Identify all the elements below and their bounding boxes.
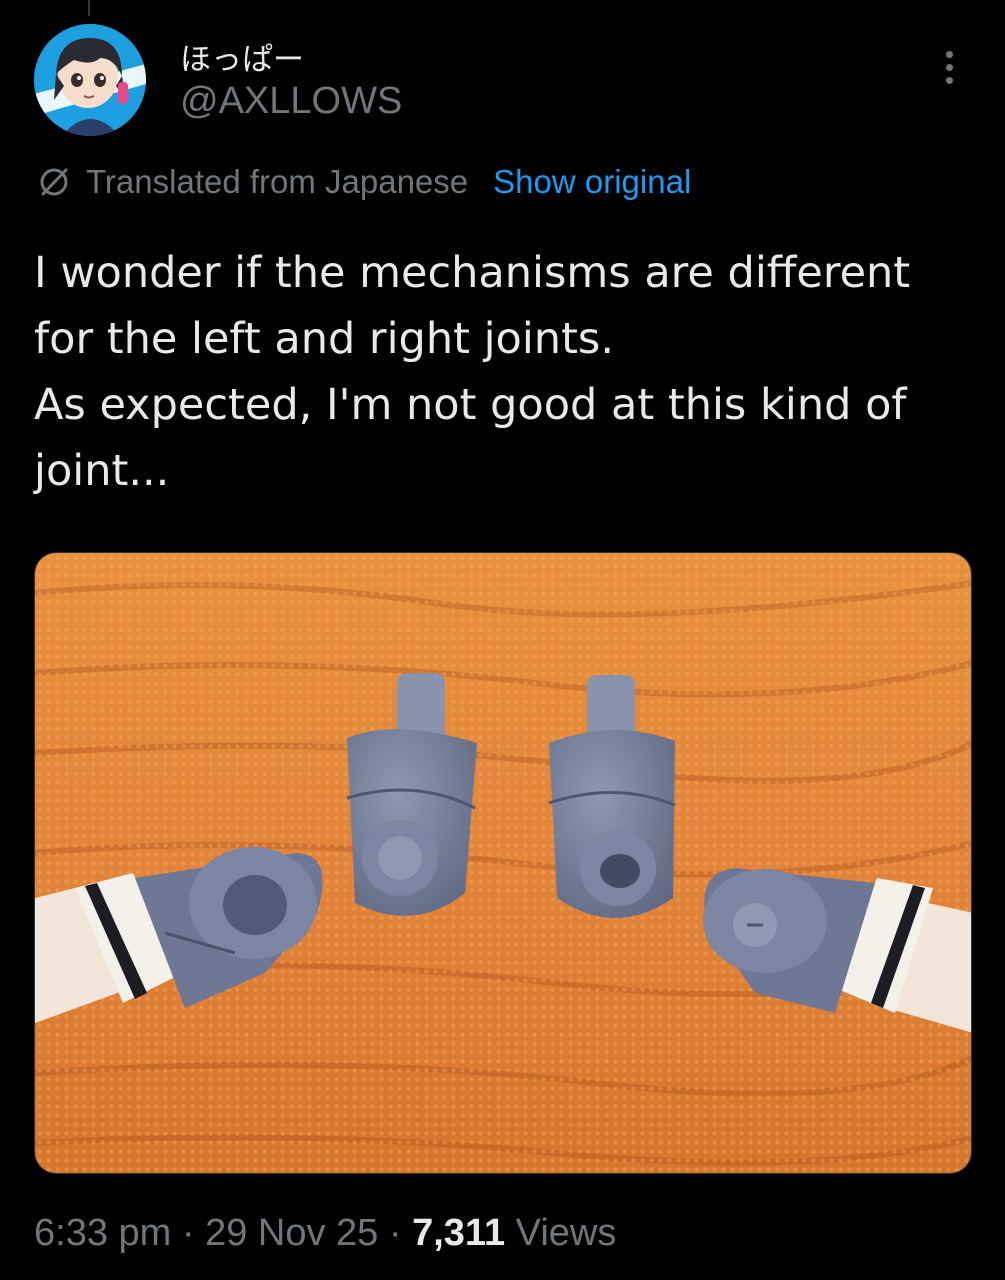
tweet-date[interactable]: 29 Nov 25 [205,1212,378,1254]
translated-from-label: Translated from Japanese [86,163,469,200]
translation-bar: Translated from Japanese Show original [36,158,691,206]
tweet-text-line: joint... [34,446,170,496]
globe-icon [40,168,68,196]
tweet-photo[interactable] [34,552,972,1174]
show-original-link[interactable]: Show original [493,163,691,201]
views-label: Views [505,1212,617,1254]
thread-connector-line [88,0,90,16]
photo-of-plastic-model-joints [35,553,971,1173]
tweet-text: I wonder if the mechanisms are different… [34,240,984,504]
tweet-text-line: As expected, I'm not good at this kind o… [34,380,907,430]
avatar[interactable] [34,24,146,136]
meta-separator: · [378,1212,413,1254]
tweet-text-line: I wonder if the mechanisms are different [34,248,911,298]
views-count: 7,311 [412,1212,506,1254]
tweet-text-line: for the left and right joints. [34,314,614,364]
display-name[interactable]: ほっぱー [180,34,304,79]
tweet-meta: 6:33 pm · 29 Nov 25 · 7,311 Views [34,1212,616,1255]
user-handle[interactable]: @AXLLOWS [180,80,402,123]
anime-character-avatar-icon [34,24,146,136]
more-options-button[interactable] [932,44,966,90]
meta-separator: · [171,1212,206,1254]
tweet-time[interactable]: 6:33 pm [34,1212,171,1254]
more-options-icon [945,50,953,58]
